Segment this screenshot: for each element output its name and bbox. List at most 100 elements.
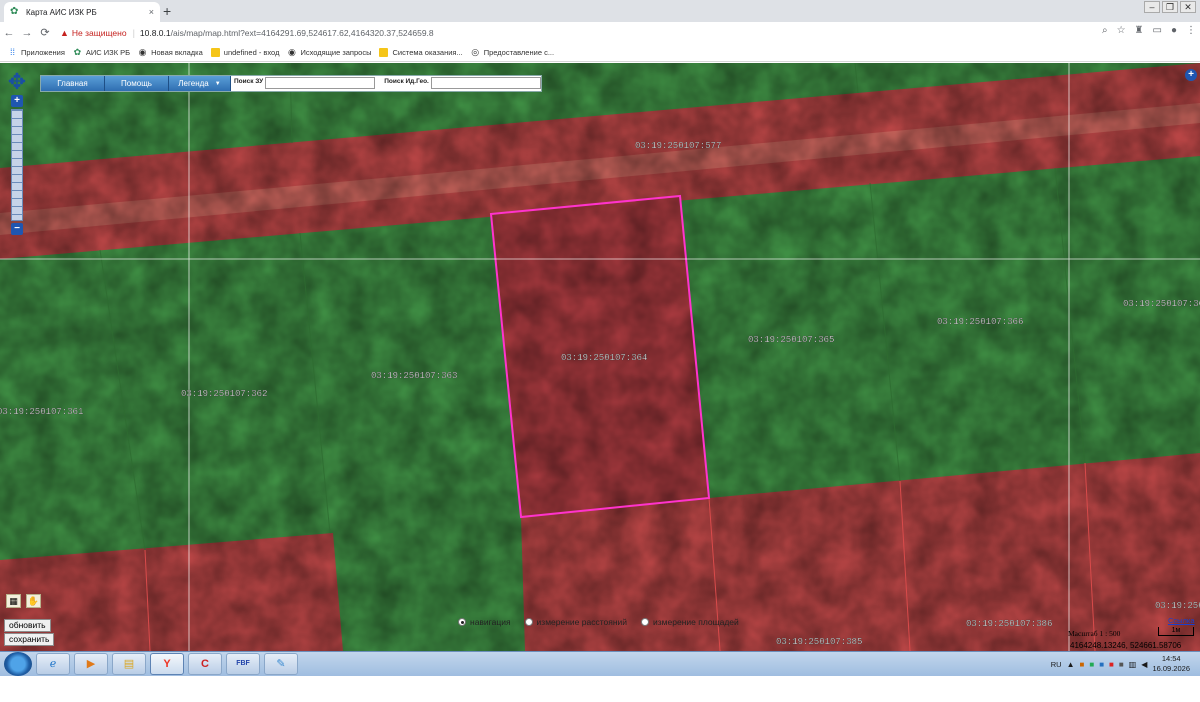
pan-zoom-control: ✥ + − [5,71,29,235]
ie-icon[interactable]: ℯ [36,653,70,675]
extension-icon[interactable]: ♜ [1135,25,1144,36]
chevron-down-icon: ▼ [214,80,221,87]
network-icon[interactable]: ▥ [1129,660,1137,669]
start-button[interactable] [4,652,32,676]
bookmark-provision[interactable]: ◎ Предоставление с... [471,46,554,57]
clock-time: 14:54 [1161,654,1181,663]
bookmark-label: Исходящие запросы [300,47,372,57]
parcel-label-362: 03:19:250107:362 [181,389,267,399]
language-indicator[interactable]: RU [1051,660,1062,669]
parcel-label-366: 03:19:250107:366 [937,317,1023,327]
zoom-out-button[interactable]: − [11,223,23,235]
bookmarks-bar: ⁞⁞ Приложения ✿ АИС ИЗК РБ ◉ Новая вклад… [0,43,1200,62]
parcel-label-577: 03:19:250107:577 [635,141,721,151]
search-id-input[interactable] [430,77,541,89]
tab-title: Карта АИС ИЗК РБ [26,7,97,17]
radio-unselected[interactable] [641,618,650,626]
bookmark-ais[interactable]: ✿ АИС ИЗК РБ [73,46,131,57]
zoom-icon[interactable]: ⌕ [1102,25,1108,36]
radio-unselected[interactable] [524,618,533,626]
fbf-icon[interactable]: FBF [226,653,260,675]
media-player-icon[interactable]: ▶ [74,653,108,675]
tab-strip: ✿ Карта АИС ИЗК РБ × + – ❐ ✕ [0,0,1200,22]
home-button[interactable]: Главная [41,76,105,91]
mode-label: измерение расстояний [536,617,628,627]
yandex-icon[interactable]: Y [150,653,184,675]
minimize-button[interactable]: – [1144,1,1160,13]
radio-selected[interactable] [458,618,466,626]
parcel-label-385: 03:19:250107:385 [776,637,862,647]
tray-app-icon[interactable]: ■ [1119,660,1124,669]
layer-switcher-button[interactable]: + [1185,69,1197,81]
star-icon[interactable]: ☆ [1117,25,1126,36]
cast-icon[interactable]: ▭ [1153,25,1162,36]
coordinates-readout: 4164248.13246, 524661.58706 [1070,641,1182,650]
browser-actions: ⌕ ☆ ♜ ▭ ● ⋮ [1102,25,1196,36]
legend-dropdown[interactable]: Легенда ▼ [169,76,231,91]
security-label[interactable]: Не защищено [72,28,127,38]
close-window-button[interactable]: ✕ [1180,1,1196,13]
map-viewport[interactable]: 03:19:250107:577 03:19:250107:364 03:19:… [0,63,1200,651]
forward-button[interactable]: → [18,27,36,39]
hand-tool-icon[interactable]: ✋ [26,594,41,608]
mode-label: навигация [470,617,511,627]
zoom-slider[interactable] [11,109,23,221]
map-toolbar: Главная Помощь Легенда ▼ Поиск ЗУ Поиск … [40,75,542,92]
restore-button[interactable]: ❐ [1162,1,1178,13]
menu-icon[interactable]: ⋮ [1186,25,1196,36]
profile-icon[interactable]: ● [1171,25,1177,36]
window-controls: – ❐ ✕ [1144,1,1196,13]
zoom-in-button[interactable]: + [11,95,23,107]
explorer-icon[interactable]: ▤ [112,653,146,675]
volume-icon[interactable]: ◀ [1141,660,1147,669]
search-zu-label: Поиск ЗУ [231,76,266,91]
clock[interactable]: 14:54 16.09.2026 [1152,654,1190,674]
search-id-label: Поиск Ид.Гео. [381,76,431,91]
paint-icon[interactable]: ✎ [264,653,298,675]
refresh-button[interactable]: обновить [4,619,51,632]
tray-app-icon[interactable]: ■ [1109,660,1114,669]
mode-navigation[interactable]: навигация [458,617,511,627]
parcel-label-365: 03:19:250107:365 [748,335,834,345]
bookmark-label: undefined - вход [223,47,280,57]
save-button[interactable]: сохранить [4,633,55,646]
bookmark-new-tab[interactable]: ◉ Новая вкладка [138,46,203,57]
mode-distance[interactable]: измерение расстояний [524,617,628,627]
bookmark-apps[interactable]: ⁞⁞ Приложения [8,47,65,57]
tray-app-icon[interactable]: ■ [1089,660,1094,669]
tray-app-icon[interactable]: ■ [1099,660,1104,669]
bookmark-outgoing[interactable]: ◉ Исходящие запросы [287,47,372,57]
new-tab-button[interactable]: + [163,3,171,19]
circle-icon: ◎ [471,46,480,57]
back-button[interactable]: ← [0,27,18,39]
leaf-icon: ✿ [10,6,19,17]
tray-arrow-icon[interactable]: ▲ [1067,660,1075,669]
system-tray: RU ▲ ■ ■ ■ ■ ■ ▥ ◀ 14:54 16.09.2026 [1051,654,1190,674]
address-field[interactable]: ▲ Не защищено | 10.8.0.1 /ais/map/map.ht… [60,28,434,38]
bookmark-label: Новая вкладка [151,47,203,57]
parcel-label-partial: 03:19:250107: [1155,601,1200,611]
permalink[interactable]: Ссылка [1168,616,1195,625]
bookmark-undefined[interactable]: undefined - вход [210,47,280,57]
globe-icon: ◉ [138,46,147,57]
pan-arrows-icon[interactable]: ✥ [5,71,29,95]
pan-tool-icon[interactable]: ▦ [6,594,21,608]
folder-icon [210,47,220,57]
bookmark-label: АИС ИЗК РБ [85,47,131,57]
browser-tab[interactable]: ✿ Карта АИС ИЗК РБ × [4,2,160,22]
bookmark-system[interactable]: Система оказания... [379,47,463,57]
legend-label: Легенда [178,79,209,88]
scale-bar: 1м [1158,627,1194,636]
scale-label: Масштаб 1 : 500 [1068,629,1121,638]
mode-area[interactable]: измерение площадей [641,617,739,627]
tray-app-icon[interactable]: ■ [1080,660,1085,669]
map-canvas[interactable]: 03:19:250107:577 03:19:250107:364 03:19:… [0,63,1200,651]
search-zu-input[interactable] [265,77,376,89]
parcel-label-363: 03:19:250107:363 [371,371,457,381]
ccleaner-icon[interactable]: C [188,653,222,675]
reload-button[interactable]: ⟳ [36,26,54,39]
help-button[interactable]: Помощь [105,76,169,91]
leaf-icon: ✿ [73,46,82,57]
close-tab-icon[interactable]: × [149,7,154,17]
parcel-label-386: 03:19:250107:386 [966,619,1052,629]
